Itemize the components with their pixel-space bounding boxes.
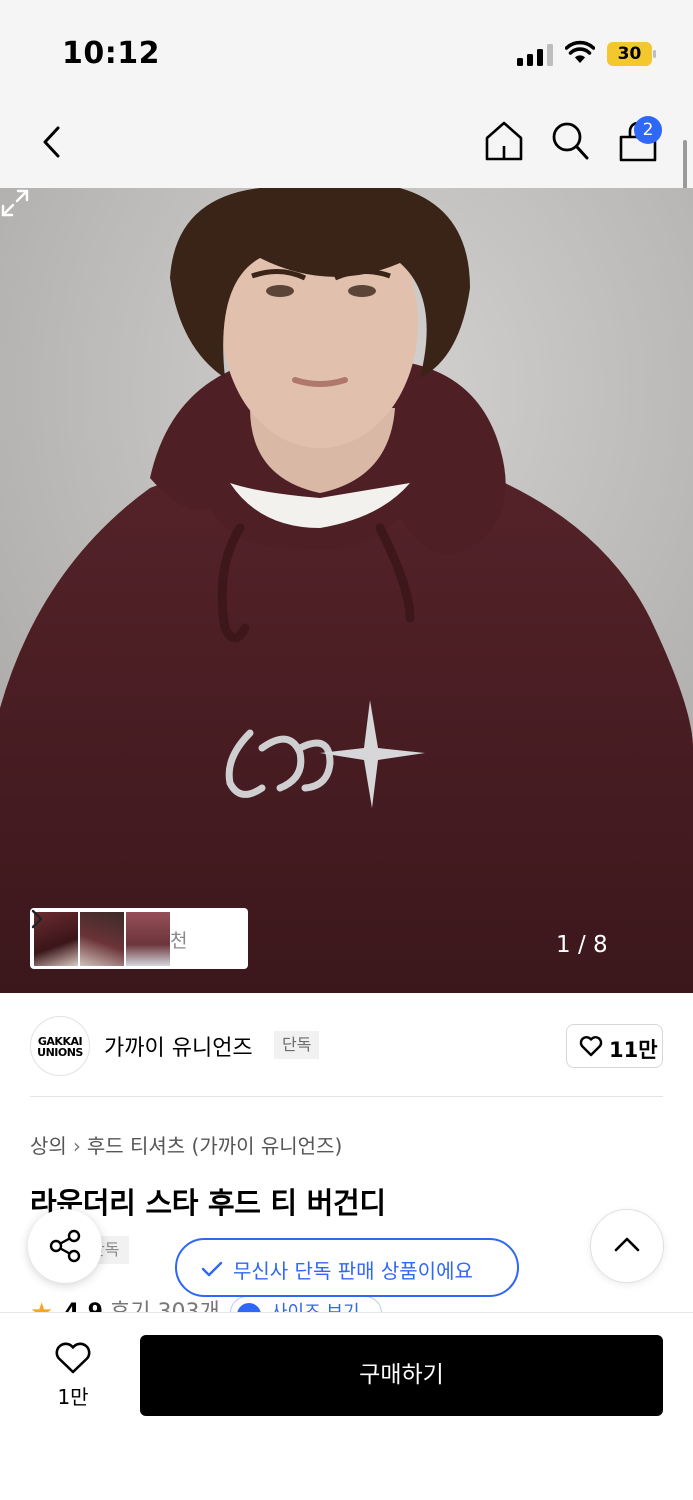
heart-icon bbox=[579, 1036, 603, 1057]
bottom-action-bar: 1만 구매하기 bbox=[0, 1312, 693, 1500]
expand-icon[interactable] bbox=[0, 188, 30, 218]
size-pill[interactable]: 사이즈 보기 bbox=[230, 1296, 382, 1312]
heart-icon bbox=[55, 1342, 91, 1374]
exclusive-tag: 단독 bbox=[274, 1031, 320, 1059]
top-nav-bar: 2 bbox=[0, 100, 693, 188]
rating-row: ★ 4.9 후기 303개 사이즈 보기 bbox=[30, 1296, 430, 1312]
wifi-icon bbox=[565, 40, 595, 63]
thumbnail-2[interactable] bbox=[80, 912, 124, 966]
breadcrumb-separator-icon: › bbox=[72, 1134, 81, 1158]
home-icon[interactable] bbox=[484, 120, 524, 162]
toast-text: 무신사 단독 판매 상품이에요 bbox=[233, 1259, 473, 1283]
brand-logo[interactable]: GAKKAI UNIONS bbox=[30, 1016, 90, 1076]
cellular-signal-icon bbox=[517, 44, 553, 66]
chevron-up-icon bbox=[614, 1237, 640, 1252]
wishlist-count: 1만 bbox=[57, 1385, 89, 1409]
model-photo bbox=[0, 188, 693, 993]
breadcrumb-item[interactable]: 상의 bbox=[30, 1134, 67, 1158]
back-arrow-icon[interactable] bbox=[36, 122, 68, 162]
thumbnail-strip[interactable]: 천 bbox=[30, 908, 248, 969]
brand-like-button[interactable]: 11만 bbox=[566, 1024, 663, 1068]
thumbnail-3[interactable] bbox=[126, 912, 170, 966]
thumbnail-label: 천 bbox=[170, 930, 188, 952]
cart-count-badge: 2 bbox=[634, 116, 662, 144]
scroll-to-top-button[interactable] bbox=[590, 1209, 664, 1283]
size-pill-icon bbox=[237, 1303, 261, 1312]
brand-like-count: 11만 bbox=[609, 1038, 658, 1062]
share-button[interactable] bbox=[28, 1209, 102, 1283]
rating-score: 4.9 bbox=[64, 1302, 103, 1313]
star-icon: ★ bbox=[30, 1300, 53, 1312]
chevron-right-icon bbox=[31, 909, 43, 929]
image-counter: 1 / 8 bbox=[556, 932, 608, 958]
brand-logo-line2: UNIONS bbox=[37, 1046, 83, 1059]
brand-name[interactable]: 가까이 유니언즈 bbox=[104, 1030, 253, 1062]
buy-button[interactable]: 구매하기 bbox=[140, 1335, 663, 1416]
battery-level: 30 bbox=[617, 44, 642, 64]
battery-icon: 30 bbox=[607, 42, 657, 66]
breadcrumb-item[interactable]: 후드 티셔츠 (가까이 유니언즈) bbox=[87, 1134, 342, 1158]
review-count[interactable]: 후기 303개 bbox=[110, 1302, 220, 1313]
size-pill-label: 사이즈 보기 bbox=[271, 1302, 360, 1312]
wishlist-button[interactable]: 1만 bbox=[40, 1337, 106, 1417]
check-icon bbox=[201, 1261, 223, 1277]
status-bar: 10:12 30 bbox=[0, 0, 693, 100]
status-time: 10:12 bbox=[62, 36, 160, 71]
product-image[interactable]: 천 1 / 8 bbox=[0, 188, 693, 993]
search-icon[interactable] bbox=[550, 120, 590, 162]
divider bbox=[30, 1096, 663, 1097]
share-icon bbox=[49, 1229, 81, 1263]
breadcrumb: 상의 › 후드 티셔츠 (가까이 유니언즈) bbox=[30, 1130, 342, 1159]
exclusive-toast: 무신사 단독 판매 상품이에요 bbox=[175, 1238, 519, 1297]
